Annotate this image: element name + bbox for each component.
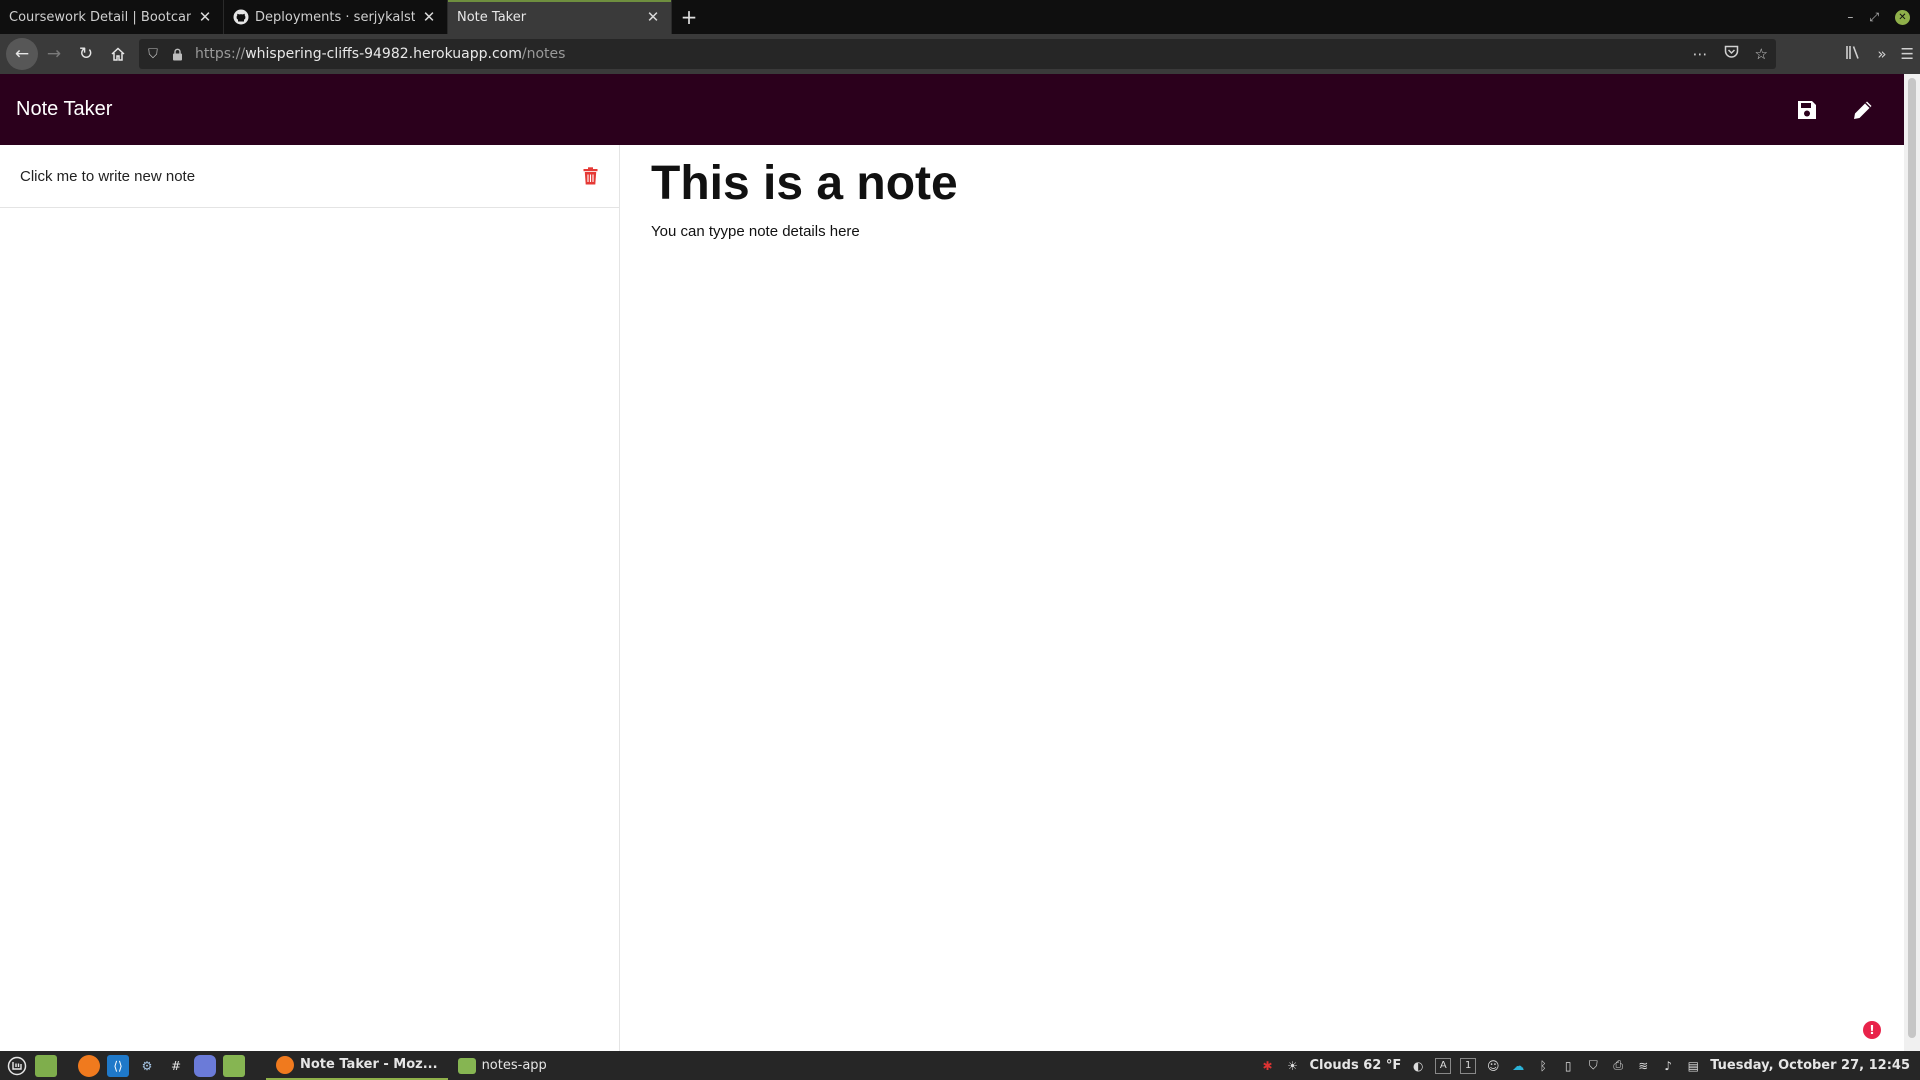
taskbar-window-label: Note Taker - Moz... <box>300 1057 438 1072</box>
bug-icon[interactable]: ✱ <box>1259 1058 1275 1074</box>
note-editor: This is a note You can tyype note detail… <box>651 157 1881 240</box>
firefox-icon <box>276 1055 294 1074</box>
scrollbar-thumb[interactable] <box>1908 78 1916 1038</box>
close-icon[interactable]: ✕ <box>421 8 437 26</box>
github-icon <box>233 9 249 25</box>
os-taskbar: ⟨⟩ ⚙ # Note Taker - Moz... notes-app ✱ ☀… <box>0 1051 1920 1080</box>
tab-title: Coursework Detail | Bootcamp <box>9 9 191 25</box>
close-icon[interactable]: ✕ <box>197 8 213 26</box>
weather-icon[interactable]: ☀ <box>1284 1058 1300 1074</box>
keyboard-indicator-1[interactable]: 1 <box>1460 1057 1477 1074</box>
window-close-icon[interactable]: ✕ <box>1895 9 1910 25</box>
tab-coursework[interactable]: Coursework Detail | Bootcamp ✕ <box>0 0 224 34</box>
lock-icon[interactable] <box>167 39 187 69</box>
volume-icon[interactable]: ♪ <box>1660 1058 1676 1074</box>
browser-tab-bar: Coursework Detail | Bootcamp ✕ Deploymen… <box>0 0 1920 34</box>
home-button[interactable] <box>102 38 134 70</box>
minimize-icon[interactable]: – <box>1847 10 1853 24</box>
url-path: /notes <box>521 46 566 62</box>
pocket-icon[interactable] <box>1724 45 1739 63</box>
reload-button[interactable]: ↻ <box>70 38 102 70</box>
url-bar[interactable]: ⛉ https://whispering-cliffs-94982.heroku… <box>139 39 1776 69</box>
firefox-icon[interactable] <box>78 1054 100 1077</box>
tab-title: Deployments · serjykalstry <box>255 9 415 25</box>
bookmark-star-icon[interactable]: ☆ <box>1755 45 1768 63</box>
app-title[interactable]: Note Taker <box>16 98 112 121</box>
vscode-icon[interactable]: ⟨⟩ <box>107 1054 129 1077</box>
printer-icon[interactable]: ⎙ <box>1610 1058 1626 1074</box>
bluetooth-icon[interactable]: ᛒ <box>1535 1058 1551 1074</box>
app-header: Note Taker <box>0 74 1904 145</box>
note-item-label[interactable]: Click me to write new note <box>20 168 581 185</box>
taskbar-window-label: notes-app <box>481 1058 547 1073</box>
hamburger-menu-icon[interactable]: ☰ <box>1901 45 1914 63</box>
clipboard-icon[interactable]: ▯ <box>1560 1058 1576 1074</box>
trash-icon[interactable] <box>581 166 599 186</box>
redshift-icon[interactable]: ◐ <box>1410 1058 1426 1074</box>
notes-tray-icon[interactable]: ▤ <box>1685 1058 1701 1074</box>
page-viewport: Note Taker Click me to write new note Th… <box>0 74 1920 1051</box>
wifi-icon[interactable]: ≋ <box>1635 1058 1651 1074</box>
pencil-icon[interactable] <box>1850 97 1876 123</box>
home-icon <box>111 47 125 61</box>
files-icon[interactable] <box>223 1054 245 1077</box>
header-actions <box>1794 74 1876 145</box>
url-text[interactable]: https://whispering-cliffs-94982.herokuap… <box>195 46 565 62</box>
folder-icon <box>457 1057 476 1074</box>
note-title-input[interactable]: This is a note <box>651 157 1881 211</box>
list-item[interactable]: Click me to write new note <box>0 145 619 208</box>
clock[interactable]: Tuesday, October 27, 12:45 <box>1710 1058 1910 1073</box>
keyboard-indicator-a[interactable]: A <box>1435 1057 1452 1074</box>
browser-nav-bar: ← → ↻ ⛉ https://whispering-cliffs-94982.… <box>0 34 1920 74</box>
toolbar-right: » ☰ <box>1845 34 1914 74</box>
tracking-shield-icon[interactable]: ⛉ <box>139 39 167 69</box>
new-tab-button[interactable]: + <box>672 0 706 34</box>
taskbar-window-notes-app[interactable]: notes-app <box>448 1051 557 1080</box>
restore-icon[interactable]: ⤢ <box>1869 10 1879 25</box>
weather-text[interactable]: Clouds 62 °F <box>1309 1058 1401 1073</box>
steam-icon[interactable]: ⚙ <box>136 1055 158 1077</box>
close-icon[interactable]: ✕ <box>645 8 661 26</box>
url-host: whispering-cliffs-94982.herokuapp.com <box>245 46 522 62</box>
url-actions: ⋯ ☆ <box>1693 45 1776 63</box>
tab-deployments[interactable]: Deployments · serjykalstry ✕ <box>224 0 448 34</box>
shield-icon[interactable]: ⛉ <box>1585 1058 1601 1074</box>
forward-button[interactable]: → <box>38 38 70 70</box>
notes-sidebar: Click me to write new note <box>0 145 620 1051</box>
page-actions-icon[interactable]: ⋯ <box>1693 45 1708 63</box>
slack-icon[interactable]: # <box>165 1055 187 1077</box>
url-scheme: https:// <box>195 46 246 62</box>
discord-icon[interactable] <box>194 1054 216 1077</box>
notification-alert-icon[interactable]: ! <box>1863 1021 1881 1039</box>
back-button[interactable]: ← <box>6 38 38 70</box>
save-icon[interactable] <box>1794 97 1820 123</box>
show-desktop-icon[interactable] <box>35 1054 57 1077</box>
cloud-sync-icon[interactable]: ☁ <box>1510 1058 1526 1074</box>
discord-tray-icon[interactable]: ☺ <box>1485 1058 1501 1074</box>
menu-start-icon[interactable] <box>6 1055 28 1077</box>
window-controls: – ⤢ ✕ <box>1847 0 1920 34</box>
tab-note-taker[interactable]: Note Taker ✕ <box>448 0 672 34</box>
taskbar-window-firefox[interactable]: Note Taker - Moz... <box>266 1051 448 1080</box>
tab-title: Note Taker <box>457 9 527 25</box>
note-text-area[interactable]: You can tyype note details here <box>651 223 1881 240</box>
overflow-chevron-icon[interactable]: » <box>1877 45 1886 63</box>
library-icon[interactable] <box>1845 45 1863 64</box>
system-tray: ✱ ☀ Clouds 62 °F ◐ A 1 ☺ ☁ ᛒ ▯ ⛉ ⎙ ≋ ♪ ▤… <box>1259 1057 1914 1074</box>
page-scrollbar[interactable] <box>1904 74 1920 1051</box>
